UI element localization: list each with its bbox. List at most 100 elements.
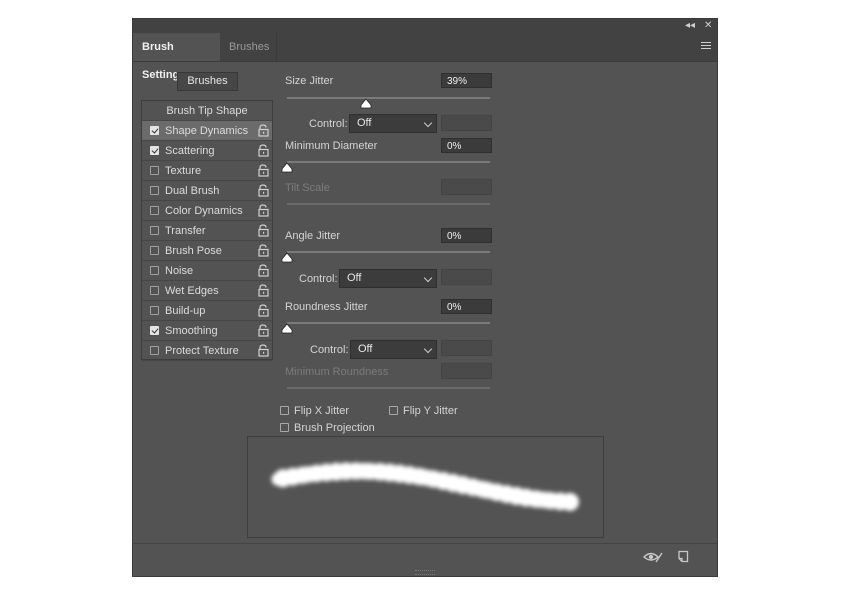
angle-control-extra-field	[441, 269, 492, 285]
lock-icon[interactable]	[258, 284, 269, 297]
minimum-diameter-input[interactable]: 0%	[441, 138, 492, 153]
brush-option-item[interactable]: Smoothing	[142, 321, 272, 341]
option-checkbox[interactable]	[150, 126, 159, 135]
minimum-diameter-label: Minimum Diameter	[285, 140, 378, 152]
lock-icon[interactable]	[258, 164, 269, 177]
roundness-jitter-slider-thumb[interactable]	[281, 323, 293, 334]
brush-dab	[561, 492, 579, 511]
size-control-extra-field	[441, 115, 492, 131]
angle-jitter-slider-thumb[interactable]	[281, 252, 293, 263]
tilt-scale-input	[441, 179, 492, 195]
brushes-button[interactable]: Brushes	[177, 72, 238, 91]
option-checkbox[interactable]	[150, 266, 159, 275]
size-control-label: Control:	[309, 118, 348, 130]
lock-icon[interactable]	[258, 324, 269, 337]
option-checkbox[interactable]	[150, 346, 159, 355]
flip-x-jitter-label: Flip X Jitter	[294, 405, 350, 417]
roundness-control-select[interactable]: Off	[350, 340, 437, 359]
option-label: Scattering	[165, 145, 215, 157]
angle-jitter-input[interactable]: 0%	[441, 228, 492, 243]
stroke-preview-graphic	[271, 462, 579, 511]
option-checkbox[interactable]	[150, 246, 159, 255]
option-checkbox[interactable]	[150, 286, 159, 295]
brush-option-item[interactable]: Wet Edges	[142, 281, 272, 301]
option-checkbox[interactable]	[150, 306, 159, 315]
size-control-value: Off	[357, 117, 372, 129]
brush-option-item[interactable]: Noise	[142, 261, 272, 281]
brush-option-item[interactable]: Brush Pose	[142, 241, 272, 261]
option-checkbox[interactable]	[150, 146, 159, 155]
minimum-roundness-input	[441, 363, 492, 379]
size-jitter-label: Size Jitter	[285, 75, 334, 87]
size-jitter-slider-thumb[interactable]	[360, 98, 372, 109]
tilt-scale-label: Tilt Scale	[285, 182, 330, 194]
option-label: Build-up	[165, 305, 206, 317]
option-label: Smoothing	[165, 325, 218, 337]
resize-grip[interactable]	[415, 570, 435, 575]
panel-bottom-bar	[133, 543, 717, 572]
angle-control-select[interactable]: Off	[339, 269, 437, 288]
option-checkbox[interactable]	[150, 326, 159, 335]
option-label: Dual Brush	[165, 185, 220, 197]
chevron-down-icon	[423, 344, 433, 354]
lock-icon[interactable]	[258, 224, 269, 237]
close-icon[interactable]: ✕	[704, 20, 712, 32]
roundness-control-value: Off	[358, 343, 373, 355]
minimum-roundness-label: Minimum Roundness	[285, 366, 389, 378]
brush-option-item[interactable]: Texture	[142, 161, 272, 181]
roundness-jitter-input[interactable]: 0%	[441, 299, 492, 314]
eye-icon[interactable]	[643, 550, 663, 564]
lock-icon[interactable]	[258, 124, 269, 137]
flip-x-jitter-checkbox[interactable]	[280, 406, 289, 415]
brush-option-item[interactable]: Transfer	[142, 221, 272, 241]
flip-y-jitter-label: Flip Y Jitter	[403, 405, 458, 417]
menu-icon[interactable]	[701, 42, 711, 51]
lock-icon[interactable]	[258, 304, 269, 317]
option-checkbox[interactable]	[150, 186, 159, 195]
minimum-roundness-slider-track	[287, 387, 490, 389]
brush-option-item[interactable]: Shape Dynamics	[142, 121, 272, 141]
size-jitter-input[interactable]: 39%	[441, 73, 492, 88]
angle-jitter-slider-track[interactable]	[287, 251, 490, 253]
brush-tip-shape-item[interactable]: Brush Tip Shape	[142, 101, 272, 121]
lock-icon[interactable]	[258, 204, 269, 217]
option-label: Wet Edges	[165, 285, 219, 297]
option-label: Color Dynamics	[165, 205, 243, 217]
lock-icon[interactable]	[258, 144, 269, 157]
lock-icon[interactable]	[258, 184, 269, 197]
option-checkbox[interactable]	[150, 226, 159, 235]
tab-brush-settings[interactable]: Brush Settings	[133, 33, 220, 81]
brush-option-item[interactable]: Dual Brush	[142, 181, 272, 201]
brush-option-item[interactable]: Scattering	[142, 141, 272, 161]
option-label: Noise	[165, 265, 194, 277]
roundness-control-label: Control:	[310, 344, 349, 356]
new-preset-icon[interactable]	[677, 550, 689, 563]
angle-control-label: Control:	[299, 273, 338, 285]
brush-settings-panel: ◂◂ ✕ Brush Settings Brushes Brushes Brus…	[133, 19, 717, 576]
lock-icon[interactable]	[258, 344, 269, 357]
flip-y-jitter-checkbox[interactable]	[389, 406, 398, 415]
tab-brushes[interactable]: Brushes	[220, 33, 277, 61]
option-checkbox[interactable]	[150, 206, 159, 215]
brush-options-list: Brush Tip Shape Shape Dynamics Scattering…	[141, 100, 273, 361]
size-control-select[interactable]: Off	[349, 114, 437, 133]
option-checkbox[interactable]	[150, 166, 159, 175]
collapse-icon[interactable]: ◂◂	[685, 20, 695, 32]
brush-option-item[interactable]: Protect Texture	[142, 341, 272, 361]
panel-title-bar: ◂◂ ✕	[133, 19, 717, 33]
size-jitter-slider-track[interactable]	[287, 97, 490, 99]
roundness-jitter-slider-track[interactable]	[287, 322, 490, 324]
lock-icon[interactable]	[258, 264, 269, 277]
minimum-diameter-slider-thumb[interactable]	[281, 162, 293, 173]
angle-jitter-label: Angle Jitter	[285, 230, 341, 242]
brush-option-item[interactable]: Color Dynamics	[142, 201, 272, 221]
brush-stroke-preview	[247, 436, 604, 538]
roundness-jitter-label: Roundness Jitter	[285, 301, 368, 313]
brush-projection-checkbox[interactable]	[280, 423, 289, 432]
option-label: Brush Pose	[165, 245, 222, 257]
option-label: Transfer	[165, 225, 206, 237]
minimum-diameter-slider-track[interactable]	[287, 161, 490, 163]
roundness-control-extra-field	[441, 340, 492, 356]
lock-icon[interactable]	[258, 244, 269, 257]
brush-option-item[interactable]: Build-up	[142, 301, 272, 321]
